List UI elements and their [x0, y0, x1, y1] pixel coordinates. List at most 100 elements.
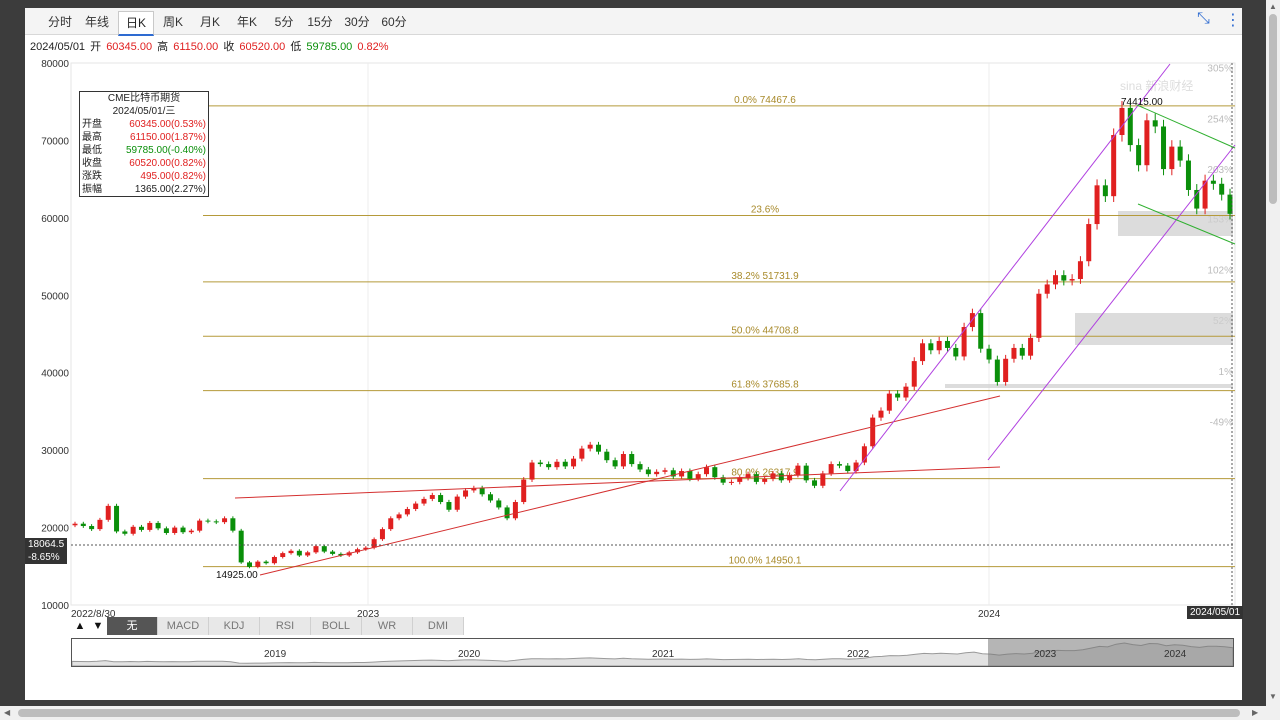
candle-body [1061, 275, 1067, 281]
watermark: sina 新浪财经 [1120, 78, 1193, 93]
candle-body [654, 471, 660, 475]
vertical-scroll-thumb[interactable] [1269, 14, 1277, 204]
candle-body [463, 490, 469, 497]
info-row: 最高 61150.00(1.87%) [80, 131, 208, 144]
indicator-tab-4[interactable]: BOLL [311, 617, 362, 635]
candle-body [961, 327, 967, 357]
low-price-label: 14925.00 [216, 570, 258, 581]
horizontal-scrollbar[interactable]: ◀ ▶ [0, 706, 1266, 720]
zoom-out-arrow-icon[interactable]: ▼ [89, 617, 107, 635]
candle-body [114, 505, 120, 532]
y-tick-label: 80000 [41, 59, 69, 70]
candle-body [1119, 107, 1125, 136]
candle-body [579, 448, 585, 459]
candle-body [413, 503, 419, 509]
candle-body [230, 518, 236, 531]
candle-body [1053, 275, 1059, 285]
candle-body [944, 340, 950, 348]
candle-body [454, 496, 460, 510]
candle-body [1094, 185, 1100, 225]
range-navigator[interactable]: 2019 2020 2021 2022 2023 2024 [71, 638, 1234, 667]
candle-body [878, 410, 884, 418]
candle-body [820, 473, 826, 486]
candle-body [379, 529, 385, 540]
candle-body [554, 461, 560, 468]
candle-body [953, 347, 959, 357]
candle-body [928, 343, 934, 351]
candle-body [595, 444, 601, 452]
candle-body [487, 494, 493, 501]
info-row-value: 61150.00(1.87%) [130, 132, 206, 143]
horizontal-scroll-thumb[interactable] [18, 709, 1240, 717]
candle-body [163, 528, 169, 533]
chart-frame: 分时 年线 日K 周K 月K 年K 5分 15分 30分 60分 ⤡ ⋮ 2024/05/01 开 6… [25, 8, 1244, 700]
candle-body [105, 505, 111, 520]
navigator-window[interactable] [988, 639, 1233, 666]
indicator-tab-0[interactable]: 无 [107, 617, 158, 635]
candle-body [836, 464, 842, 466]
candle-body [1036, 293, 1042, 338]
candles-group [72, 101, 1233, 569]
candle-body [1111, 135, 1117, 197]
scroll-right-icon[interactable]: ▶ [1252, 708, 1258, 717]
info-row-value: 495.00(0.82%) [140, 171, 206, 182]
candle-body [147, 522, 153, 530]
candle-body [1019, 347, 1025, 356]
fib-level-label: 0.0% 74467.6 [734, 95, 796, 106]
candle-body [246, 562, 252, 567]
right-pct-label: 305% [1207, 64, 1233, 75]
candle-body [986, 348, 992, 360]
info-row: 开盘 60345.00(0.53%) [80, 118, 208, 131]
candle-body [72, 523, 78, 526]
navigator-year-label: 2019 [264, 649, 287, 660]
navigator-year-label: 2021 [652, 649, 675, 660]
candle-body [288, 550, 294, 554]
candle-body [994, 359, 1000, 383]
candle-body [803, 465, 809, 481]
vertical-scrollbar[interactable]: ▲ ▼ [1266, 0, 1280, 720]
indicator-tab-6[interactable]: DMI [413, 617, 464, 635]
candle-body [562, 461, 568, 467]
y-tick-label: 60000 [41, 214, 69, 225]
y-tick-label: 20000 [41, 524, 69, 535]
candle-body [1161, 126, 1167, 170]
candle-body [1044, 284, 1050, 294]
candle-body [130, 526, 136, 534]
rising-channel-line [839, 63, 1171, 492]
scroll-left-icon[interactable]: ◀ [4, 708, 10, 717]
indicator-tab-1[interactable]: MACD [158, 617, 209, 635]
candle-body [1177, 146, 1183, 161]
y-tick-label: 30000 [41, 446, 69, 457]
candle-body [936, 340, 942, 351]
candle-body [1144, 120, 1150, 166]
indicator-tab-2[interactable]: KDJ [209, 617, 260, 635]
candle-body [1185, 160, 1191, 190]
candle-body [321, 546, 327, 552]
candle-body [828, 464, 834, 474]
indicator-tab-5[interactable]: WR [362, 617, 413, 635]
candle-body [238, 530, 244, 563]
right-pct-label: 203% [1207, 165, 1233, 176]
scroll-down-icon[interactable]: ▼ [1269, 692, 1277, 701]
candle-body [762, 478, 768, 482]
candle-body [213, 521, 219, 523]
zoom-in-arrow-icon[interactable]: ▲ [71, 617, 89, 635]
scroll-up-icon[interactable]: ▲ [1269, 2, 1277, 11]
info-row-label: 开盘 [82, 119, 102, 130]
candle-body [255, 561, 261, 567]
candle-body [1003, 358, 1009, 383]
fib-level-label: 23.6% [751, 205, 779, 216]
indicator-tab-3[interactable]: RSI [260, 617, 311, 635]
candle-body [479, 488, 485, 495]
candle-body [1210, 180, 1216, 184]
candle-body [662, 470, 668, 472]
candle-body [197, 520, 203, 531]
candle-body [80, 523, 86, 527]
candle-body [778, 473, 784, 481]
candle-body [521, 479, 527, 503]
info-title: CME比特币期货 [107, 93, 181, 104]
candle-body [537, 462, 543, 465]
candle-body [712, 467, 718, 478]
candle-body [504, 507, 510, 519]
candle-body [429, 495, 435, 499]
